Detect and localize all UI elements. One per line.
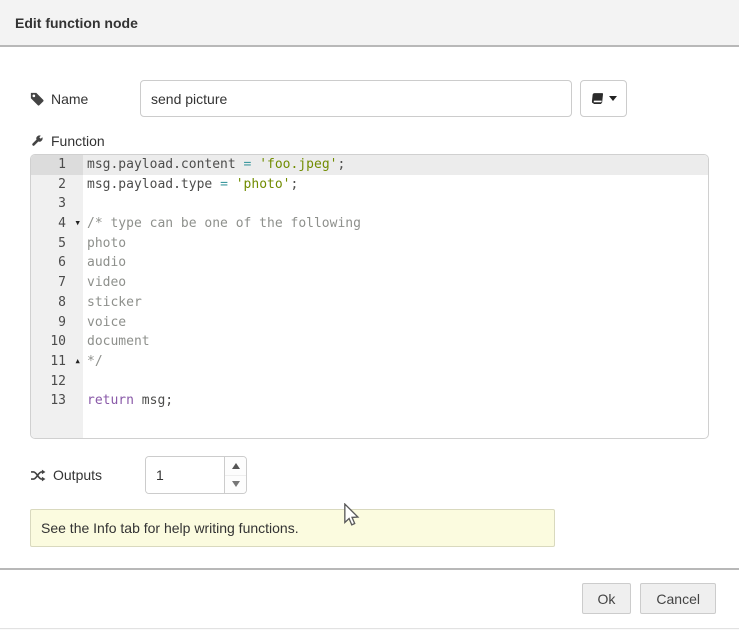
line-number[interactable]: 4▾ xyxy=(31,214,83,234)
code-line-text[interactable] xyxy=(83,372,708,392)
code-line-text[interactable]: sticker xyxy=(83,293,708,313)
code-line[interactable]: 5photo xyxy=(31,234,708,254)
line-number[interactable]: 13 xyxy=(31,391,83,411)
code-line[interactable]: 1msg.payload.content = 'foo.jpeg'; xyxy=(31,155,708,175)
outputs-row: Outputs xyxy=(30,456,709,494)
outputs-spinner xyxy=(145,456,247,494)
code-line[interactable]: 9voice xyxy=(31,313,708,333)
code-line[interactable]: 11▴*/ xyxy=(31,352,708,372)
code-line-text[interactable]: video xyxy=(83,273,708,293)
line-number[interactable]: 2 xyxy=(31,175,83,195)
fold-open-icon[interactable]: ▾ xyxy=(74,213,81,233)
info-tip: See the Info tab for help writing functi… xyxy=(30,509,555,547)
code-line-text[interactable]: msg.payload.type = 'photo'; xyxy=(83,175,708,195)
spinner-down-button[interactable] xyxy=(225,476,246,494)
code-line[interactable]: 3 xyxy=(31,194,708,214)
footer: Ok Cancel xyxy=(0,570,739,614)
line-number[interactable]: 10 xyxy=(31,332,83,352)
code-line[interactable]: 13return msg; xyxy=(31,391,708,411)
fold-close-icon[interactable]: ▴ xyxy=(74,351,81,371)
code-line[interactable]: 6audio xyxy=(31,253,708,273)
code-line[interactable]: 2msg.payload.type = 'photo'; xyxy=(31,175,708,195)
arrow-up-icon xyxy=(232,463,240,469)
info-tip-text: See the Info tab for help writing functi… xyxy=(41,520,299,536)
code-line-text[interactable]: voice xyxy=(83,313,708,333)
code-line-text[interactable]: return msg; xyxy=(83,391,708,411)
code-line-text[interactable]: document xyxy=(83,332,708,352)
line-number[interactable]: 12 xyxy=(31,372,83,392)
name-label-text: Name xyxy=(51,91,88,107)
random-icon xyxy=(30,469,46,482)
line-number[interactable]: 5 xyxy=(31,234,83,254)
code-line-text[interactable] xyxy=(83,194,708,214)
wrench-icon xyxy=(30,134,44,148)
code-line-text[interactable]: /* type can be one of the following xyxy=(83,214,708,234)
line-number[interactable]: 8 xyxy=(31,293,83,313)
function-label-row: Function xyxy=(30,133,709,149)
spinner-up-button[interactable] xyxy=(225,457,246,476)
function-label: Function xyxy=(30,133,140,149)
code-line-text[interactable]: audio xyxy=(83,253,708,273)
code-line-text[interactable]: photo xyxy=(83,234,708,254)
dialog-title: Edit function node xyxy=(15,15,138,31)
code-line[interactable]: 8sticker xyxy=(31,293,708,313)
book-icon xyxy=(591,92,604,106)
outputs-input[interactable] xyxy=(146,457,224,493)
dialog-header: Edit function node xyxy=(0,0,739,47)
outputs-label: Outputs xyxy=(30,467,140,483)
name-row: Name xyxy=(30,80,709,117)
cancel-button[interactable]: Cancel xyxy=(640,583,716,614)
line-number[interactable]: 11▴ xyxy=(31,352,83,372)
name-input[interactable] xyxy=(140,80,572,117)
line-number[interactable]: 3 xyxy=(31,194,83,214)
code-line[interactable]: 12 xyxy=(31,372,708,392)
tag-icon xyxy=(30,92,44,106)
line-number[interactable]: 6 xyxy=(31,253,83,273)
line-number[interactable]: 1 xyxy=(31,155,83,175)
code-line-text[interactable]: */ xyxy=(83,352,708,372)
function-label-text: Function xyxy=(51,133,105,149)
code-editor-lines: 1msg.payload.content = 'foo.jpeg';2msg.p… xyxy=(31,155,708,411)
line-number[interactable]: 7 xyxy=(31,273,83,293)
dialog-body: Name Fu xyxy=(0,80,739,547)
library-button[interactable] xyxy=(580,80,627,117)
outputs-label-text: Outputs xyxy=(53,467,102,483)
chevron-down-icon xyxy=(609,96,617,101)
code-line[interactable]: 10document xyxy=(31,332,708,352)
name-label: Name xyxy=(30,91,140,107)
code-line-text[interactable]: msg.payload.content = 'foo.jpeg'; xyxy=(83,155,708,175)
line-number[interactable]: 9 xyxy=(31,313,83,333)
arrow-down-icon xyxy=(232,481,240,487)
ok-button[interactable]: Ok xyxy=(582,583,632,614)
spinner-buttons xyxy=(224,457,246,493)
code-line[interactable]: 4▾/* type can be one of the following xyxy=(31,214,708,234)
code-editor[interactable]: 1msg.payload.content = 'foo.jpeg';2msg.p… xyxy=(30,154,709,439)
code-line[interactable]: 7video xyxy=(31,273,708,293)
